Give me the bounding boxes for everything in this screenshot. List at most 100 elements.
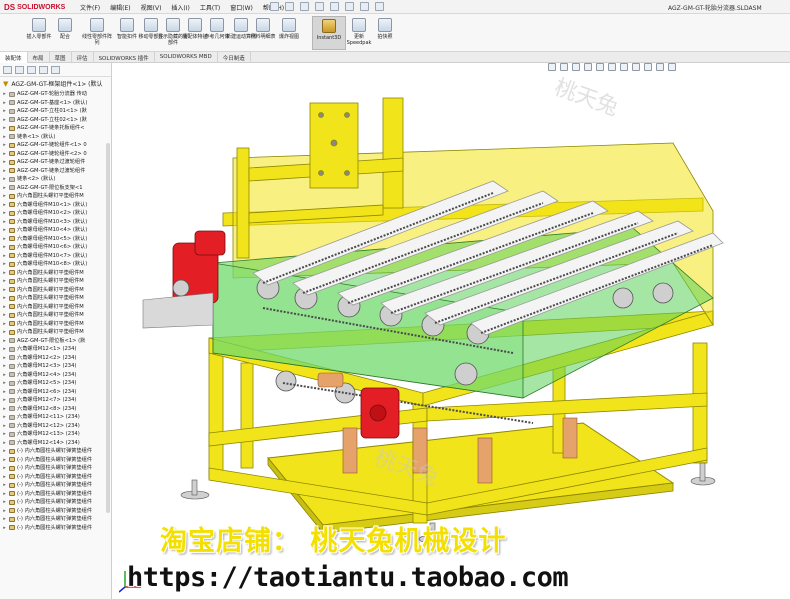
- mate-button[interactable]: 配合: [48, 16, 82, 50]
- tree-item[interactable]: ▸ 六角螺母组件M10<8> (默认): [2, 260, 111, 269]
- expand-arrow-icon[interactable]: ▸: [2, 201, 7, 210]
- expand-arrow-icon[interactable]: ▸: [2, 158, 7, 167]
- print-icon[interactable]: [315, 2, 324, 11]
- expand-arrow-icon[interactable]: ▸: [2, 141, 7, 150]
- tree-item[interactable]: ▸ 内六角圆柱头螺钉平垫组件M: [2, 277, 111, 286]
- feature-manager-icon[interactable]: [3, 66, 12, 74]
- tree-item[interactable]: ▸ (-) 内六角圆柱头螺钉弹簧垫组件: [2, 490, 111, 499]
- tree-item[interactable]: ▸ AGZ-GM-GT-轮胎分流器 传动: [2, 90, 111, 99]
- tree-item[interactable]: ▸ 六角螺母M12<14> (234): [2, 439, 111, 448]
- expand-arrow-icon[interactable]: ▸: [2, 388, 7, 397]
- options-gear-icon[interactable]: [375, 2, 384, 11]
- expand-arrow-icon[interactable]: ▸: [2, 524, 7, 533]
- tree-item[interactable]: ▸ 内六角圆柱头螺钉平垫组件M: [2, 269, 111, 278]
- tree-item[interactable]: ▸ 内六角圆柱头螺钉平垫组件M: [2, 303, 111, 312]
- menu-window[interactable]: 窗口(W): [230, 3, 253, 12]
- expand-arrow-icon[interactable]: ▸: [2, 252, 7, 261]
- tree-item[interactable]: ▸ AGZ-GM-GT-立柱01<1> (默: [2, 107, 111, 116]
- expand-arrow-icon[interactable]: ▸: [2, 124, 7, 133]
- expand-arrow-icon[interactable]: ▸: [2, 150, 7, 159]
- tree-item[interactable]: ▸ (-) 内六角圆柱头螺钉弹簧垫组件: [2, 524, 111, 533]
- expand-arrow-icon[interactable]: ▸: [2, 405, 7, 414]
- expand-arrow-icon[interactable]: ▸: [2, 311, 7, 320]
- expand-arrow-icon[interactable]: ▸: [2, 362, 7, 371]
- tree-item[interactable]: ▸ 六角螺母组件M10<2> (默认): [2, 209, 111, 218]
- property-manager-icon[interactable]: [15, 66, 24, 74]
- expand-arrow-icon[interactable]: ▸: [2, 99, 7, 108]
- expand-arrow-icon[interactable]: ▸: [2, 447, 7, 456]
- linear-pattern-button[interactable]: 线性零部件阵列: [80, 16, 114, 50]
- instant3d-button[interactable]: Instant3D: [312, 16, 346, 50]
- tree-item[interactable]: ▸ 内六角圆柱头螺钉平垫组件M: [2, 328, 111, 337]
- undo-icon[interactable]: [330, 2, 339, 11]
- expand-arrow-icon[interactable]: ▸: [2, 167, 7, 176]
- expand-arrow-icon[interactable]: ▸: [2, 243, 7, 252]
- expand-arrow-icon[interactable]: ▸: [2, 396, 7, 405]
- expand-arrow-icon[interactable]: ▸: [2, 209, 7, 218]
- tab-addins[interactable]: SOLIDWORKS 插件: [94, 52, 155, 63]
- dimxpert-icon[interactable]: [39, 66, 48, 74]
- expand-arrow-icon[interactable]: ▸: [2, 422, 7, 431]
- tree-item[interactable]: ▸ (-) 内六角圆柱头螺钉弹簧垫组件: [2, 507, 111, 516]
- expand-arrow-icon[interactable]: ▸: [2, 413, 7, 422]
- tree-item[interactable]: ▸ AGZ-GM-GT-限位板<1> (默: [2, 337, 111, 346]
- save-icon[interactable]: [300, 2, 309, 11]
- tree-item[interactable]: ▸ 六角螺母组件M10<4> (默认): [2, 226, 111, 235]
- tree-item[interactable]: ▸ 六角螺母M12<12> (234): [2, 422, 111, 431]
- expand-arrow-icon[interactable]: ▸: [2, 116, 7, 125]
- tree-item[interactable]: ▸ AGZ-GM-GT-链条过渡轮组件: [2, 167, 111, 176]
- tree-item[interactable]: ▸ 内六角圆柱头螺钉平垫组件M: [2, 311, 111, 320]
- tree-item[interactable]: ▸ 链条<2> (默认): [2, 175, 111, 184]
- expand-arrow-icon[interactable]: ▸: [2, 226, 7, 235]
- tree-root-item[interactable]: ▼ AGZ-GM-GT-框架组件<1> (默认: [0, 77, 111, 90]
- tree-item[interactable]: ▸ AGZ-GM-GT-链轮组件<1> 0: [2, 141, 111, 150]
- expand-arrow-icon[interactable]: ▸: [2, 379, 7, 388]
- filter-icon[interactable]: ▼: [3, 80, 8, 88]
- tab-layout[interactable]: 布局: [28, 52, 50, 63]
- tab-sketch[interactable]: 草图: [50, 52, 72, 63]
- expand-arrow-icon[interactable]: ▸: [2, 439, 7, 448]
- tab-today-manufacturing[interactable]: 今日制造: [218, 52, 251, 63]
- tree-item[interactable]: ▸ AGZ-GM-GT-限位板支架<1: [2, 184, 111, 193]
- tree-item[interactable]: ▸ AGZ-GM-GT-链轮组件<2> 0: [2, 150, 111, 159]
- rebuild-icon[interactable]: [360, 2, 369, 11]
- expand-arrow-icon[interactable]: ▸: [2, 371, 7, 380]
- expand-arrow-icon[interactable]: ▸: [2, 133, 7, 142]
- tree-item[interactable]: ▸ 六角螺母M12<6> (234): [2, 388, 111, 397]
- tree-item[interactable]: ▸ 内六角圆柱头螺钉平垫组件M: [2, 320, 111, 329]
- expand-arrow-icon[interactable]: ▸: [2, 354, 7, 363]
- tree-item[interactable]: ▸ 六角螺母M12<7> (234): [2, 396, 111, 405]
- expand-arrow-icon[interactable]: ▸: [2, 515, 7, 524]
- new-file-icon[interactable]: [270, 2, 279, 11]
- tree-item[interactable]: ▸ (-) 内六角圆柱头螺钉弹簧垫组件: [2, 481, 111, 490]
- open-file-icon[interactable]: [285, 2, 294, 11]
- tree-item[interactable]: ▸ 六角螺母组件M10<7> (默认): [2, 252, 111, 261]
- configuration-manager-icon[interactable]: [27, 66, 36, 74]
- expand-arrow-icon[interactable]: ▸: [2, 481, 7, 490]
- expand-arrow-icon[interactable]: ▸: [2, 303, 7, 312]
- tree-item[interactable]: ▸ 内六角圆柱头螺钉平垫组件M: [2, 294, 111, 303]
- snapshot-button[interactable]: 拍快照: [368, 16, 402, 50]
- menu-tools[interactable]: 工具(T): [200, 3, 220, 12]
- expand-arrow-icon[interactable]: ▸: [2, 218, 7, 227]
- expand-arrow-icon[interactable]: ▸: [2, 498, 7, 507]
- tree-item[interactable]: ▸ (-) 内六角圆柱头螺钉弹簧垫组件: [2, 473, 111, 482]
- tree-item[interactable]: ▸ AGZ-GM-GT-链条托板组件<: [2, 124, 111, 133]
- tree-item[interactable]: ▸ 六角螺母组件M10<3> (默认): [2, 218, 111, 227]
- tree-item[interactable]: ▸ AGZ-GM-GT-链条过渡轮组件: [2, 158, 111, 167]
- tree-item[interactable]: ▸ 六角螺母M12<8> (234): [2, 405, 111, 414]
- tree-item[interactable]: ▸ (-) 内六角圆柱头螺钉弹簧垫组件: [2, 456, 111, 465]
- expand-arrow-icon[interactable]: ▸: [2, 235, 7, 244]
- expand-arrow-icon[interactable]: ▸: [2, 328, 7, 337]
- expand-arrow-icon[interactable]: ▸: [2, 192, 7, 201]
- expand-arrow-icon[interactable]: ▸: [2, 490, 7, 499]
- tree-item[interactable]: ▸ (-) 内六角圆柱头螺钉弹簧垫组件: [2, 447, 111, 456]
- tree-item[interactable]: ▸ 六角螺母组件M10<1> (默认): [2, 201, 111, 210]
- expand-arrow-icon[interactable]: ▸: [2, 294, 7, 303]
- tree-item[interactable]: ▸ 内六角圆柱头螺钉平垫组件M: [2, 286, 111, 295]
- expand-arrow-icon[interactable]: ▸: [2, 90, 7, 99]
- display-manager-icon[interactable]: [51, 66, 60, 74]
- expand-arrow-icon[interactable]: ▸: [2, 456, 7, 465]
- tree-item[interactable]: ▸ 六角螺母M12<13> (234): [2, 430, 111, 439]
- tab-assembly[interactable]: 装配体: [0, 52, 28, 63]
